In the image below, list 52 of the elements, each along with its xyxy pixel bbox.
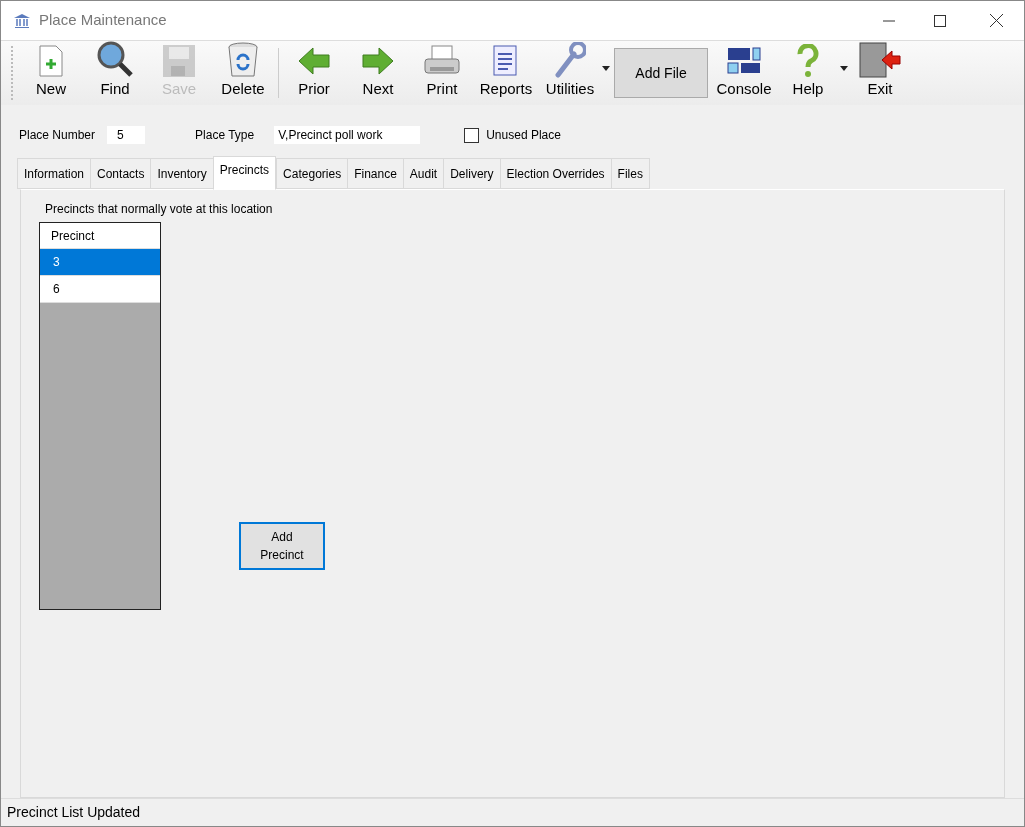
toolbar-button[interactable]: Next [346,44,410,102]
toolbar-button[interactable]: Help [776,44,840,102]
list-row[interactable]: 3 [40,249,160,276]
wrench-icon [554,41,586,78]
right-arrow-icon [362,46,394,75]
tab[interactable]: Delivery [443,158,500,189]
save-icon [162,43,196,78]
close-icon [989,14,1003,27]
place-number-field[interactable]: 5 [107,126,146,144]
toolbar-button[interactable]: Utilities [538,44,602,102]
checkbox-label: Unused Place [486,127,561,144]
toolbar-button[interactable]: New [19,44,83,102]
building-icon [13,12,31,29]
tab[interactable]: Finance [347,158,403,189]
search-icon [95,39,135,78]
new-document-icon [38,44,64,77]
checkbox[interactable] [464,127,480,143]
tab[interactable]: Election Overrides [499,158,611,189]
toolbar-button[interactable]: Exit [848,44,912,102]
exit-door-icon [858,41,902,78]
dashboard-tiles-icon [727,46,761,75]
tab[interactable]: Categories [276,158,348,189]
minimize-icon [883,19,895,22]
printer-icon [424,44,460,77]
place-type-field[interactable]: V,Precinct poll work [274,126,421,144]
tab[interactable]: Files [610,158,650,189]
caret-icon [840,65,848,71]
caret-icon [602,65,610,71]
column-header: Precinct [40,223,160,249]
window-title: Place Maintenance [39,10,167,31]
toolbar-button[interactable]: Reports [474,44,538,102]
tab[interactable]: Audit [402,158,444,189]
list-caption: Precincts that normally vote at this location [45,202,273,216]
add-file-button[interactable]: Add File [614,48,708,98]
toolbar-button[interactable]: Delete [211,44,275,102]
tab[interactable]: Information [17,158,91,189]
toolbar-button[interactable]: Console [712,44,776,102]
add-precinct-button[interactable]: Add Precinct [239,522,325,570]
field-label: Place Type [195,127,255,144]
toolbar-button[interactable]: Find [83,44,147,102]
status-text: Precinct List Updated [7,803,141,822]
field-label: Place Number [19,127,96,144]
help-icon [797,43,819,78]
list-row[interactable]: 6 [40,276,160,303]
toolbar-button[interactable]: Prior [282,44,346,102]
report-document-icon [493,44,519,77]
maximize-icon [934,14,946,27]
tab[interactable]: Inventory [150,158,213,189]
left-arrow-icon [298,46,330,75]
toolbar-button[interactable]: Print [410,44,474,102]
tab[interactable]: Contacts [90,158,151,189]
tab[interactable]: Precincts [212,156,277,190]
